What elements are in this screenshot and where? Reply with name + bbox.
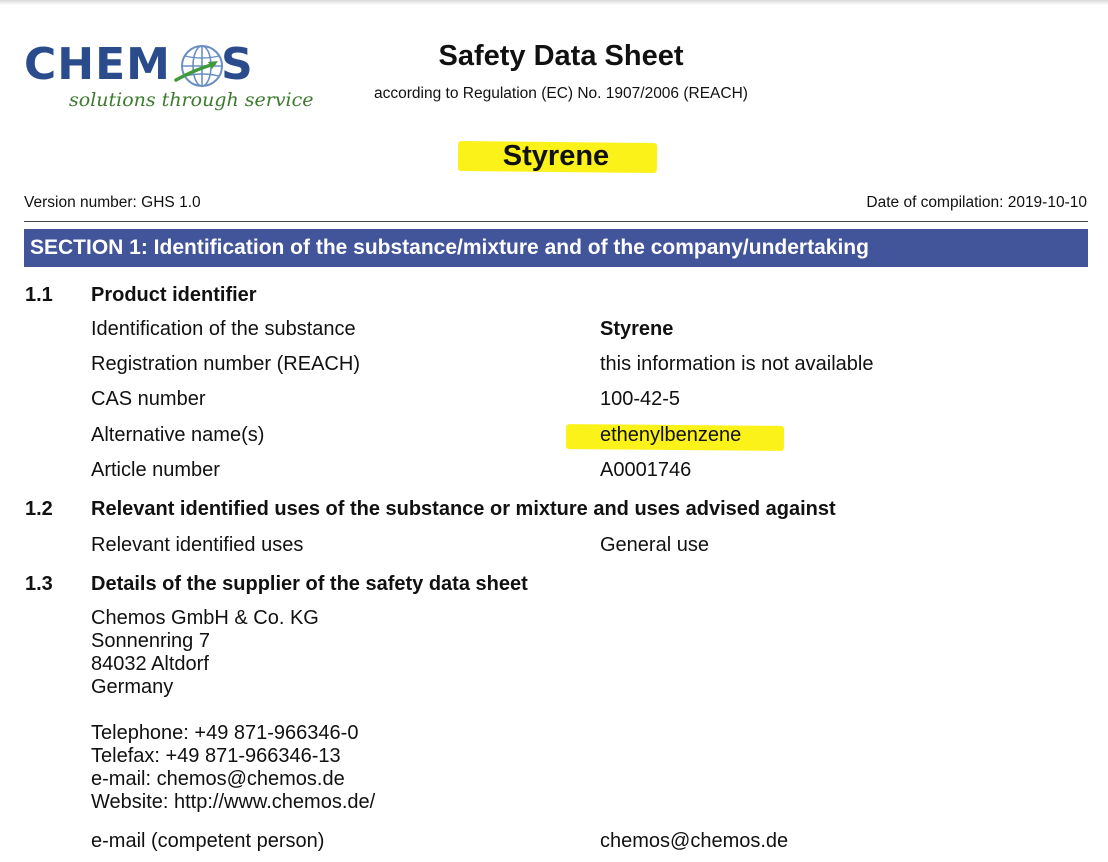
subsection-number-1-3: 1.3 <box>25 573 53 595</box>
value-competent-person-email: chemos@chemos.de <box>600 830 789 852</box>
label-alternative-names: Alternative name(s) <box>91 424 265 446</box>
subsection-heading-product-identifier: Product identifier <box>91 284 257 306</box>
subsection-number-1-1: 1.1 <box>25 284 53 306</box>
label-cas-number: CAS number <box>91 388 206 410</box>
supplier-website: Website: http://www.chemos.de/ <box>91 791 376 813</box>
supplier-country: Germany <box>91 676 174 698</box>
supplier-email: e-mail: chemos@chemos.de <box>91 768 345 790</box>
value-alternative-names: ethenylbenzene <box>600 424 742 446</box>
label-competent-person-email: e-mail (competent person) <box>91 830 325 852</box>
supplier-street: Sonnenring 7 <box>91 630 210 652</box>
value-identification-of-substance: Styrene <box>600 318 674 340</box>
subsection-number-1-2: 1.2 <box>25 498 53 520</box>
supplier-company-name: Chemos GmbH & Co. KG <box>91 607 319 629</box>
document-title: Safety Data Sheet <box>438 40 684 72</box>
version-number: Version number: GHS 1.0 <box>24 194 201 211</box>
product-name: Styrene <box>502 140 610 172</box>
label-registration-number: Registration number (REACH) <box>91 353 360 375</box>
value-article-number: A0001746 <box>600 459 692 481</box>
value-registration-number: this information is not available <box>600 353 874 375</box>
subsection-heading-supplier-details: Details of the supplier of the safety da… <box>91 573 528 595</box>
label-article-number: Article number <box>91 459 220 481</box>
label-identification-of-substance: Identification of the substance <box>91 318 356 340</box>
document-subtitle: according to Regulation (EC) No. 1907/20… <box>374 85 748 102</box>
date-of-compilation: Date of compilation: 2019-10-10 <box>866 194 1087 211</box>
value-relevant-identified-uses: General use <box>600 534 709 556</box>
supplier-postal-city: 84032 Altdorf <box>91 653 209 675</box>
sds-page: CHEM S solutions through service Safety D… <box>0 0 1108 862</box>
header-divider <box>24 221 1088 222</box>
section-1-heading: SECTION 1: Identification of the substan… <box>24 229 1088 267</box>
top-shadow <box>0 0 1108 5</box>
subsection-heading-identified-uses: Relevant identified uses of the substanc… <box>91 498 836 520</box>
supplier-telefax: Telefax: +49 871-966346-13 <box>91 745 341 767</box>
value-cas-number: 100-42-5 <box>600 388 681 410</box>
supplier-telephone: Telephone: +49 871-966346-0 <box>91 722 359 744</box>
label-relevant-identified-uses: Relevant identified uses <box>91 534 304 556</box>
